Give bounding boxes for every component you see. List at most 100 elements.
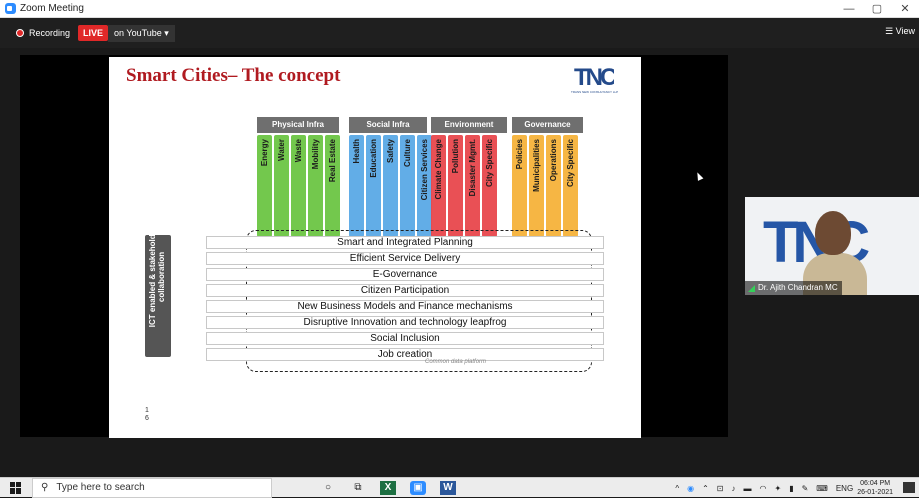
slide-logo-text: TNC (574, 64, 614, 91)
excel-icon[interactable]: X (380, 480, 396, 495)
participant-avatar (815, 211, 851, 255)
recording-label[interactable]: Recording (29, 28, 70, 38)
category-social-infra: Social Infra (349, 117, 427, 133)
tray-expand-icon[interactable]: ^ (675, 484, 679, 493)
slide-logo-subtitle: TRANS NEW CONSULTANCY LLP (571, 90, 619, 94)
pillar-column: Energy (257, 135, 272, 237)
pillar-column: Waste (291, 135, 306, 237)
pillar-label: Disaster Mgmt. (468, 139, 477, 197)
notification-icon[interactable] (903, 482, 915, 493)
pillar-label: Real Estate (328, 139, 337, 183)
pillar-column: Policies (512, 135, 527, 237)
system-tray: ^ ◉ ⌃ ⊡ ♪ ▬ ◠ ✦ ▮ ✎ ⌨ ENG 06:04 PM 26-01… (671, 478, 919, 498)
help-icon[interactable]: ◉ (687, 484, 694, 493)
participant-name: Dr. Ajith Chandran MC (758, 283, 838, 292)
pillar-label: City Specific (485, 139, 494, 188)
pillar-column: City Specific (482, 135, 497, 237)
row-citizen-participation: Citizen Participation (206, 284, 604, 297)
pillar-column: Climate Change (431, 135, 446, 237)
slide-title: Smart Cities– The concept (126, 65, 341, 86)
taskbar-clock[interactable]: 06:04 PM 26-01-2021 (857, 479, 893, 497)
volume-icon[interactable]: ♪ (732, 484, 736, 493)
row-business-models: New Business Models and Finance mechanis… (206, 300, 604, 313)
clock-date: 26-01-2021 (857, 489, 893, 496)
mic-icon[interactable]: ▮ (789, 484, 793, 493)
window-controls: — ▢ ✕ (835, 0, 919, 18)
pillar-label: Municipalities (532, 139, 541, 192)
presentation-slide: Smart Cities– The concept TNC TRANS NEW … (109, 57, 641, 438)
row-social-inclusion: Social Inclusion (206, 332, 604, 345)
zoom-app-icon[interactable]: ▣ (410, 480, 426, 495)
pillar-column: Health (349, 135, 364, 237)
pillar-label: Health (352, 139, 361, 164)
windows-taskbar: ⚲ Type here to search ○ ⧉ X ▣ W ^ ◉ ⌃ ⊡ … (0, 477, 919, 498)
live-badge[interactable]: LIVE (78, 25, 109, 41)
pillar-column: Mobility (308, 135, 323, 237)
battery-icon[interactable]: ▬ (744, 484, 752, 493)
row-smart-planning: Smart and Integrated Planning (206, 236, 604, 249)
pillar-column: Municipalities (529, 135, 544, 237)
pillar-column: Real Estate (325, 135, 340, 237)
meeting-topbar: Recording LIVE on YouTube ▾ ☰ View (0, 18, 919, 48)
ict-collaboration-bar: ICT enabled & stakeholder collaboration (145, 227, 171, 357)
window-title: Zoom Meeting (20, 3, 84, 14)
ict-collaboration-label: ICT enabled & stakeholder collaboration (148, 226, 166, 328)
search-icon: ⚲ (41, 482, 49, 493)
close-button[interactable]: ✕ (891, 0, 919, 18)
pillar-column: Pollution (448, 135, 463, 237)
zoom-logo-icon (5, 3, 16, 14)
dropbox-icon[interactable]: ✦ (774, 484, 781, 493)
pillar-label: Water (277, 139, 286, 161)
view-label: View (895, 26, 915, 36)
pillar-label: Mobility (311, 139, 320, 170)
pillar-column: Water (274, 135, 289, 237)
youtube-stream-dropdown[interactable]: on YouTube ▾ (108, 24, 175, 42)
pillar-label: City Specific (566, 139, 575, 188)
pillar-column: Education (366, 135, 381, 237)
windows-start-icon[interactable] (10, 481, 22, 494)
pillar-label: Culture (403, 139, 412, 167)
category-governance: Governance (512, 117, 583, 133)
network-icon[interactable]: ⊡ (717, 484, 724, 493)
pillar-column: Safety (383, 135, 398, 237)
pillar-column: Disaster Mgmt. (465, 135, 480, 237)
taskbar-search-box[interactable]: ⚲ Type here to search (32, 477, 272, 498)
signal-strength-icon (748, 284, 755, 292)
recording-icon (16, 29, 24, 37)
language-indicator[interactable]: ENG (836, 484, 853, 493)
task-view-icon[interactable]: ⧉ (350, 481, 366, 495)
minimize-button[interactable]: — (835, 0, 863, 18)
chevron-up-icon[interactable]: ⌃ (702, 484, 709, 493)
pillar-label: Operations (549, 139, 558, 182)
row-service-delivery: Efficient Service Delivery (206, 252, 604, 265)
maximize-button[interactable]: ▢ (863, 0, 891, 18)
pillar-column: City Specific (563, 135, 578, 237)
participant-name-tag: Dr. Ajith Chandran MC (745, 281, 842, 295)
common-data-platform-label: Common data platform (425, 359, 487, 365)
taskbar-apps: ○ ⧉ X ▣ W (320, 480, 456, 495)
pillar-label: Climate Change (434, 139, 443, 200)
pillar-label: Waste (294, 139, 303, 163)
pillar-label: Policies (515, 139, 524, 170)
pillar-label: Education (369, 139, 378, 178)
keyboard-icon[interactable]: ⌨ (816, 484, 828, 493)
clock-time: 06:04 PM (860, 480, 891, 487)
pillar-column: Operations (546, 135, 561, 237)
view-button[interactable]: ☰ View (885, 26, 915, 37)
row-job-creation: Job creation (206, 348, 604, 361)
wifi-icon[interactable]: ◠ (760, 484, 767, 493)
category-physical-infra: Physical Infra (257, 117, 339, 133)
title-bar: Zoom Meeting — ▢ ✕ (0, 0, 919, 18)
pillar-label: Safety (386, 139, 395, 164)
slide-page-number: 1 6 (145, 407, 149, 422)
pillar-column: Culture (400, 135, 415, 237)
row-disruptive-innovation: Disruptive Innovation and technology lea… (206, 316, 604, 329)
cortana-icon[interactable]: ○ (320, 481, 336, 495)
search-placeholder: Type here to search (56, 482, 145, 493)
pillar-label: Energy (260, 139, 269, 167)
pen-icon[interactable]: ✎ (802, 484, 809, 493)
row-e-governance: E-Governance (206, 268, 604, 281)
tnc-logo-icon: TNC (574, 64, 614, 91)
word-icon[interactable]: W (440, 480, 456, 495)
participant-video[interactable]: TNC Dr. Ajith Chandran MC (745, 197, 919, 295)
